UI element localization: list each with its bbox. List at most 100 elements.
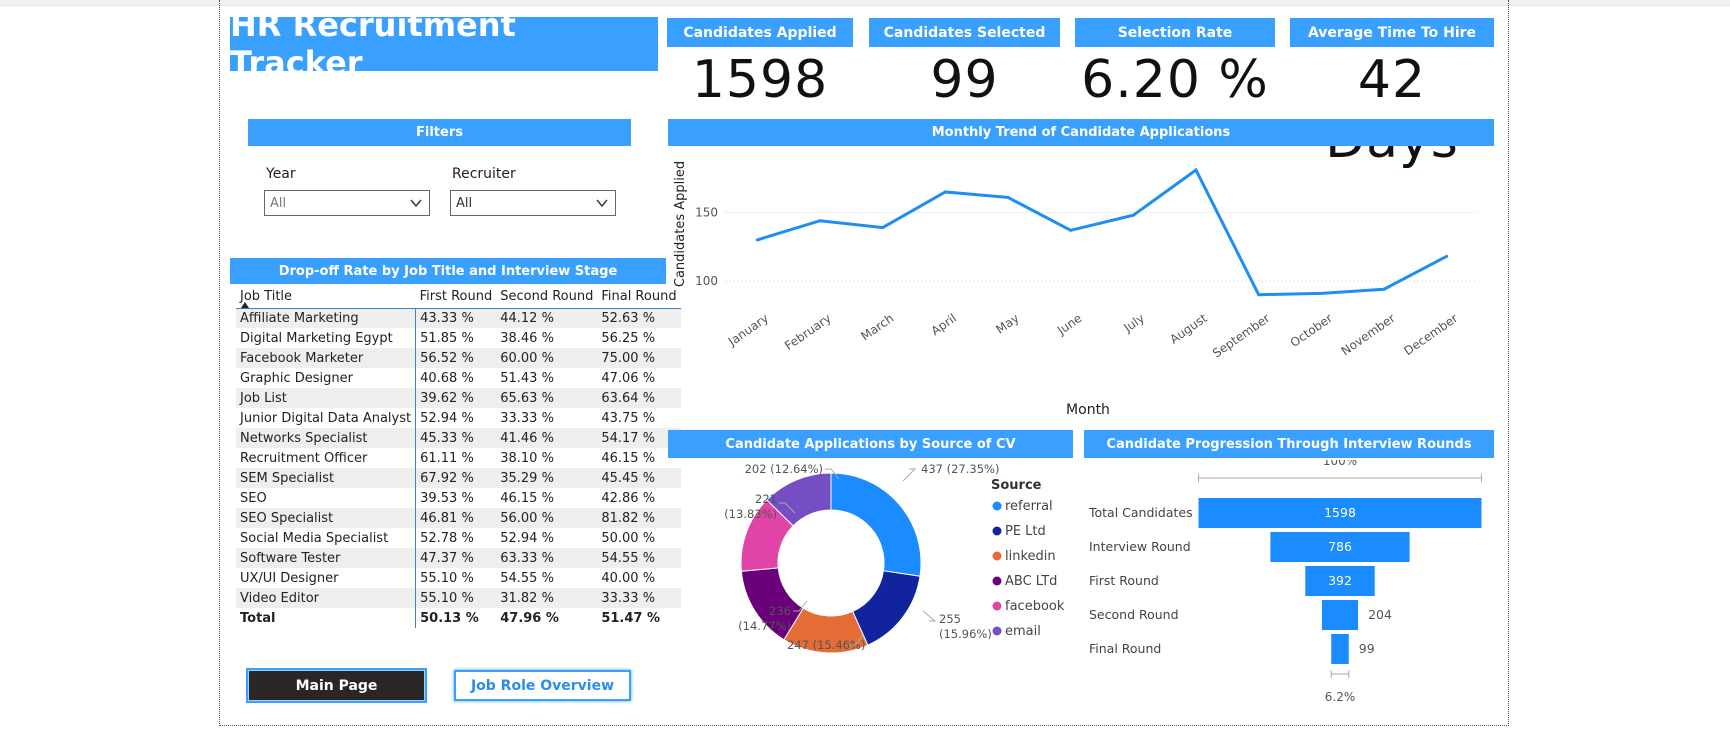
- table-cell: 51.43 %: [500, 370, 554, 386]
- table-row[interactable]: SEO 39.53 % 46.15 % 42.86 %: [236, 488, 681, 508]
- table-row[interactable]: Video Editor 55.10 % 31.82 % 33.33 %: [236, 588, 681, 608]
- table-row[interactable]: Affiliate Marketing 43.33 % 44.12 % 52.63 %: [236, 308, 681, 328]
- x-tick-label: August: [1167, 311, 1210, 347]
- x-axis-title: Month: [1066, 402, 1110, 418]
- table-row[interactable]: Graphic Designer 40.68 % 51.43 % 47.06 %: [236, 368, 681, 388]
- x-tick-label: October: [1288, 311, 1335, 350]
- table-cell: 61.11 %: [420, 450, 474, 466]
- donut-data-label: 437 (27.35%): [921, 462, 999, 476]
- source-chart-header: Candidate Applications by Source of CV: [668, 430, 1073, 458]
- table-cell: Job List: [236, 388, 417, 408]
- dropoff-table: Job Title First Round Second Round Final…: [236, 286, 681, 628]
- table-cell: Total: [236, 608, 417, 628]
- dropoff-table-header: Drop-off Rate by Job Title and Interview…: [230, 258, 666, 284]
- x-tick-label: May: [993, 311, 1021, 337]
- legend-marker: [992, 551, 1002, 561]
- table-cell: 38.46 %: [500, 330, 554, 346]
- table-cell: 44.12 %: [496, 308, 598, 328]
- col-header-job-title[interactable]: Job Title: [236, 286, 416, 308]
- x-tick-label: January: [725, 311, 771, 349]
- funnel-top-bracket: [1198, 474, 1482, 482]
- kpi-candidates-applied-value: 1598: [691, 50, 829, 110]
- funnel-value-label: 99: [1359, 641, 1375, 656]
- table-cell: SEM Specialist: [236, 468, 417, 488]
- table-cell: Software Tester: [236, 548, 417, 568]
- y-tick-label: 200: [695, 148, 718, 151]
- table-cell: Facebook Marketer: [236, 348, 417, 368]
- data-point: [1257, 293, 1261, 297]
- y-tick-label: 150: [695, 206, 718, 220]
- table-cell: 55.10 %: [420, 570, 474, 586]
- kpi-candidates-applied-label: Candidates Applied: [667, 18, 853, 47]
- table-row[interactable]: UX/UI Designer 55.10 % 54.55 % 40.00 %: [236, 568, 681, 588]
- data-point: [1319, 291, 1323, 295]
- table-row[interactable]: Social Media Specialist 52.78 % 52.94 % 50.…: [236, 528, 681, 548]
- table-total-row: Total 50.13 % 47.96 % 51.47 %: [236, 608, 681, 628]
- donut-data-label: 236: [769, 604, 791, 618]
- table-row[interactable]: SEM Specialist 67.92 % 35.29 % 45.45 %: [236, 468, 681, 488]
- table-cell: 39.62 %: [415, 388, 497, 408]
- table-cell: 55.10 %: [415, 588, 497, 608]
- table-row[interactable]: Digital Marketing Egypt 51.85 % 38.46 % 56.…: [236, 328, 681, 348]
- sort-asc-icon: [241, 302, 249, 308]
- table-cell: 40.68 %: [420, 370, 474, 386]
- table-cell: 60.00 %: [496, 348, 598, 368]
- legend-marker: [992, 501, 1002, 511]
- data-point: [1131, 213, 1135, 217]
- table-cell: 43.33 %: [415, 308, 497, 328]
- table-cell: SEO: [236, 488, 417, 508]
- legend-item: linkedin: [1005, 549, 1056, 564]
- funnel-value-label: 786: [1328, 539, 1352, 554]
- kpi-selection-rate-value: 6.20 %: [1081, 50, 1269, 110]
- funnel-bottom-label: 6.2%: [1325, 690, 1356, 704]
- chevron-down-icon: [410, 199, 422, 208]
- table-cell: 46.81 %: [415, 508, 497, 528]
- legend-item: PE Ltd: [1005, 524, 1046, 539]
- table-row[interactable]: Facebook Marketer 56.52 % 60.00 % 75.00 %: [236, 348, 681, 368]
- kpi-selection-rate-label: Selection Rate: [1075, 18, 1275, 47]
- job-role-overview-button[interactable]: Job Role Overview: [454, 670, 631, 701]
- recruiter-dropdown[interactable]: All: [450, 190, 616, 216]
- table-cell: Video Editor: [236, 588, 417, 608]
- x-tick-label: February: [782, 311, 834, 353]
- y-tick-label: 100: [695, 274, 718, 288]
- table-row[interactable]: Junior Digital Data Analyst 52.94 % 33.33 …: [236, 408, 681, 428]
- table-row[interactable]: Job List 39.62 % 65.63 % 63.64 %: [236, 388, 681, 408]
- data-point: [943, 190, 947, 194]
- recruiter-filter-label: Recruiter: [452, 166, 516, 182]
- donut-slice-referral: [830, 472, 922, 577]
- table-cell: 67.92 %: [415, 468, 497, 488]
- table-cell: Junior Digital Data Analyst: [236, 408, 417, 428]
- table-cell: Recruitment Officer: [236, 448, 417, 468]
- source-of-cv-chart: 437 (27.35%)255(15.96%)247 (15.46%)236(1…: [724, 462, 1065, 654]
- table-cell: Graphic Designer: [236, 368, 417, 388]
- funnel-value-label: 204: [1368, 607, 1392, 622]
- table-cell: 39.53 %: [420, 490, 474, 506]
- year-dropdown[interactable]: All: [264, 190, 430, 216]
- col-header-first-round[interactable]: First Round: [416, 286, 497, 308]
- data-point: [1445, 254, 1449, 258]
- year-dropdown-value: All: [270, 195, 287, 211]
- table-cell: 54.55 %: [500, 570, 554, 586]
- x-tick-label: July: [1121, 311, 1148, 335]
- data-point: [755, 238, 759, 242]
- funnel-value-label: 1598: [1324, 505, 1356, 520]
- kpi-candidates-selected-value: 99: [930, 50, 999, 110]
- table-cell: 52.78 %: [420, 530, 474, 546]
- table-cell: 45.33 %: [415, 428, 497, 448]
- col-header-second-round[interactable]: Second Round: [496, 286, 597, 308]
- table-cell: 35.29 %: [496, 468, 598, 488]
- leader-line: [922, 610, 937, 622]
- funnel-category-label: Final Round: [1089, 641, 1161, 656]
- data-point: [1006, 195, 1010, 199]
- table-row[interactable]: Recruitment Officer 61.11 % 38.10 % 46.15 %: [236, 448, 681, 468]
- donut-data-label: (14.77%): [738, 619, 791, 633]
- x-tick-label: June: [1054, 311, 1084, 338]
- main-page-button[interactable]: Main Page: [248, 670, 425, 701]
- table-cell: 41.46 %: [496, 428, 598, 448]
- table-row[interactable]: SEO Specialist 46.81 % 56.00 % 81.82 %: [236, 508, 681, 528]
- table-row[interactable]: Networks Specialist 45.33 % 41.46 % 54.17 %: [236, 428, 681, 448]
- table-cell: Affiliate Marketing: [236, 308, 417, 328]
- legend-marker: [992, 626, 1002, 636]
- table-row[interactable]: Software Tester 47.37 % 63.33 % 54.55 %: [236, 548, 681, 568]
